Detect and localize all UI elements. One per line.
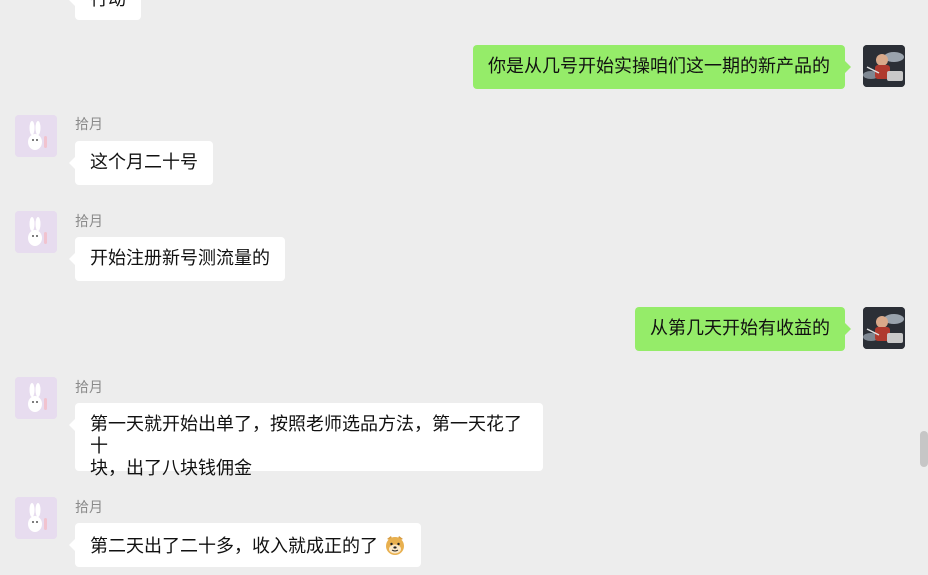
bunny-avatar-icon <box>15 211 57 253</box>
scrollbar-thumb[interactable] <box>920 431 928 467</box>
sender-name: 拾月 <box>75 214 103 230</box>
message-bubble[interactable]: 你是从几号开始实操咱们这一期的新产品的 <box>473 45 851 89</box>
message-text: 从第几天开始有收益的 <box>650 318 830 339</box>
message-bubble[interactable]: 行动 <box>69 0 141 20</box>
contact-avatar[interactable] <box>15 377 57 419</box>
message-text-line: 第一天就开始出单了，按照老师选品方法，第一天花了十 <box>90 414 522 457</box>
my-avatar[interactable] <box>863 45 905 87</box>
message-text: 行动 <box>90 0 126 10</box>
drummer-avatar-icon <box>863 307 905 349</box>
sender-name: 拾月 <box>75 117 103 133</box>
bunny-avatar-icon <box>15 377 57 419</box>
my-avatar[interactable] <box>863 307 905 349</box>
message-bubble[interactable]: 第一天就开始出单了，按照老师选品方法，第一天花了十 块，出了八块钱佣金 <box>69 403 543 479</box>
contact-avatar[interactable] <box>15 497 57 539</box>
doge-emoji-icon <box>385 536 404 555</box>
message-text: 开始注册新号测流量的 <box>90 248 270 269</box>
message-bubble[interactable]: 开始注册新号测流量的 <box>69 237 285 281</box>
bunny-avatar-icon <box>15 497 57 539</box>
message-text: 这个月二十号 <box>90 152 198 173</box>
drummer-avatar-icon <box>863 45 905 87</box>
message-bubble[interactable]: 从第几天开始有收益的 <box>635 307 851 351</box>
message-text: 第二天出了二十多，收入就成正的了 <box>90 536 378 557</box>
contact-avatar[interactable] <box>15 115 57 157</box>
contact-avatar[interactable] <box>15 211 57 253</box>
message-text: 你是从几号开始实操咱们这一期的新产品的 <box>488 56 830 77</box>
bunny-avatar-icon <box>15 115 57 157</box>
message-text-line: 块，出了八块钱佣金 <box>90 458 252 479</box>
message-bubble[interactable]: 第二天出了二十多，收入就成正的了 <box>69 523 421 567</box>
sender-name: 拾月 <box>75 380 103 396</box>
message-bubble[interactable]: 这个月二十号 <box>69 141 213 185</box>
sender-name: 拾月 <box>75 500 103 516</box>
